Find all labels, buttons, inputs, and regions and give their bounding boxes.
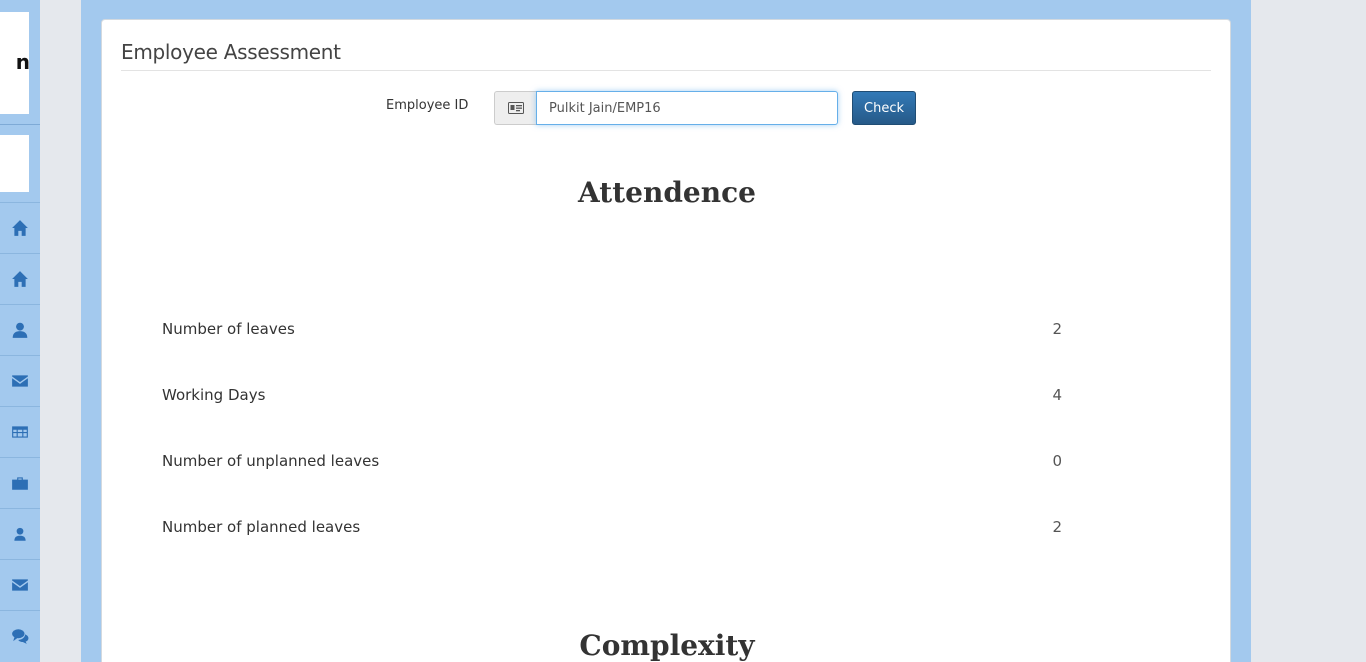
sidebar-item-user-2[interactable]: [0, 508, 40, 559]
stat-label: Number of planned leaves: [162, 518, 361, 536]
sidebar-divider: [0, 124, 40, 125]
stat-value: 0: [1052, 452, 1062, 470]
sidebar-item-briefcase[interactable]: [0, 457, 40, 508]
sidebar-item-home[interactable]: [0, 202, 40, 253]
sidebar-item-chat[interactable]: [0, 610, 40, 661]
brand-logo[interactable]: n: [0, 12, 29, 114]
employee-id-group: [494, 91, 838, 125]
main-frame: Employee Assessment Employee ID Check At…: [81, 0, 1251, 662]
sidebar-item-mail[interactable]: [0, 355, 40, 406]
envelope-icon: [12, 579, 28, 591]
stat-label: Working Days: [162, 386, 266, 404]
check-button[interactable]: Check: [852, 91, 916, 125]
stat-value: 2: [1052, 518, 1062, 536]
employee-id-input[interactable]: [536, 91, 838, 125]
stat-label: Number of unplanned leaves: [162, 452, 380, 470]
user-icon: [12, 322, 28, 338]
home-icon: [12, 271, 28, 287]
comments-icon: [12, 629, 29, 644]
attendance-heading: Attendence: [578, 176, 756, 209]
title-divider: [121, 70, 1211, 71]
stat-row-working-days: Working Days 4: [162, 386, 1062, 410]
assessment-panel: Employee Assessment Employee ID Check At…: [101, 19, 1231, 662]
stat-row-planned-leaves: Number of planned leaves 2: [162, 518, 1062, 542]
home-icon: [12, 220, 28, 236]
sidebar: n: [0, 0, 40, 662]
page-title: Employee Assessment: [121, 40, 341, 64]
id-card-icon: [494, 91, 536, 125]
stat-value: 4: [1052, 386, 1062, 404]
sidebar-item-home-2[interactable]: [0, 253, 40, 304]
sidebar-item-table[interactable]: [0, 406, 40, 457]
envelope-icon: [12, 375, 28, 387]
stat-label: Number of leaves: [162, 320, 295, 338]
briefcase-icon: [12, 477, 28, 490]
sidebar-item-user[interactable]: [0, 304, 40, 355]
stat-row-unplanned-leaves: Number of unplanned leaves 0: [162, 452, 1062, 476]
complexity-heading: Complexity: [579, 629, 755, 662]
employee-id-label: Employee ID: [386, 98, 469, 113]
table-icon: [12, 426, 28, 438]
brand-logo-text: n: [15, 50, 29, 74]
secondary-logo: [0, 135, 29, 192]
sidebar-item-mail-2[interactable]: [0, 559, 40, 610]
stat-row-leaves: Number of leaves 2: [162, 320, 1062, 344]
stat-value: 2: [1052, 320, 1062, 338]
user-icon: [14, 527, 26, 541]
layout-gap: [40, 0, 81, 662]
